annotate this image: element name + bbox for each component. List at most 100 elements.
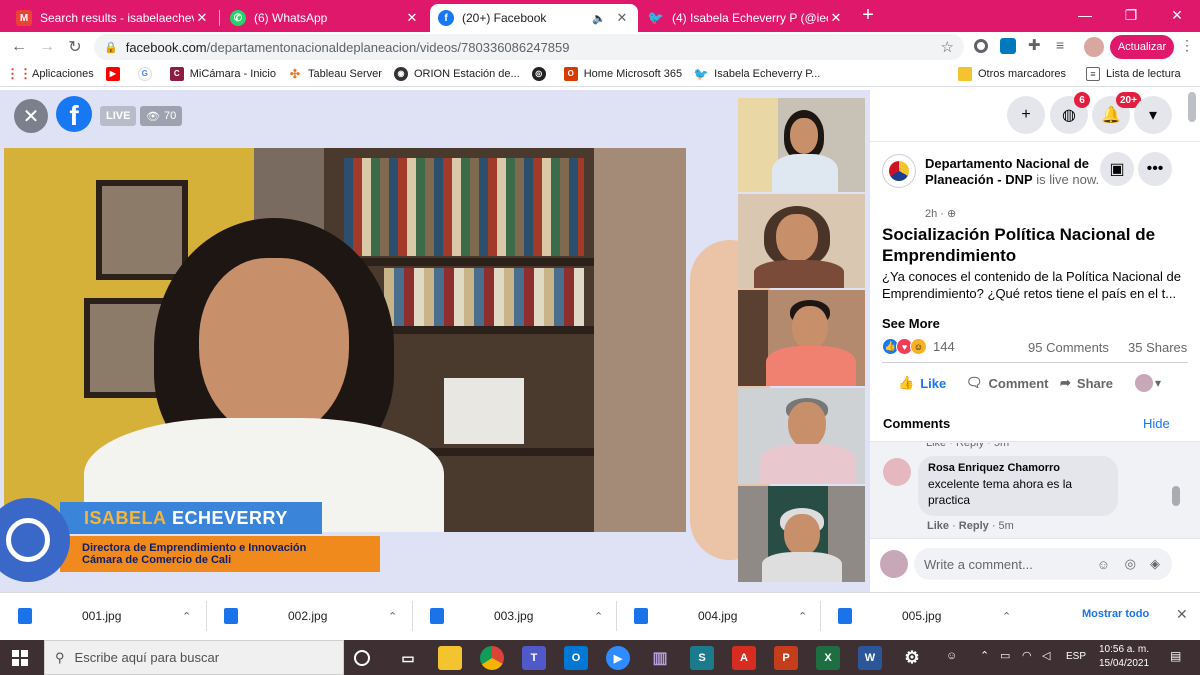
account-menu-button[interactable]: ▾ <box>1134 96 1172 134</box>
word-icon[interactable]: W <box>858 646 882 670</box>
see-more-link[interactable]: See More <box>882 316 940 331</box>
participant-thumbnail[interactable] <box>738 194 865 288</box>
profile-avatar[interactable] <box>1084 37 1104 57</box>
excel-icon[interactable]: X <box>816 646 840 670</box>
shares-count[interactable]: 35 Shares <box>1128 340 1187 355</box>
comments-count[interactable]: 95 Comments <box>1028 340 1109 355</box>
bookmark-other-folder[interactable]: Otros marcadores <box>958 66 1066 81</box>
current-user-avatar[interactable] <box>880 550 908 578</box>
extension-icon[interactable] <box>974 39 988 53</box>
bookmark-apps[interactable]: ⋮⋮ Aplicaciones <box>6 66 94 81</box>
new-tab-button[interactable]: + <box>858 5 878 25</box>
forward-button[interactable]: → <box>36 36 58 58</box>
restore-button[interactable]: ❐ <box>1108 0 1154 30</box>
close-video-button[interactable]: ✕ <box>14 99 48 133</box>
system-clock[interactable]: 10:56 a. m. 15/04/2021 <box>1096 643 1152 671</box>
notification-center-icon[interactable]: ▤ <box>1170 649 1181 663</box>
comments-scrollbar[interactable] <box>1172 486 1180 506</box>
participant-thumbnail[interactable] <box>738 290 865 386</box>
comment-button[interactable]: 🗨 Comment <box>966 375 1048 391</box>
share-button[interactable]: ➦ Share <box>1060 375 1113 391</box>
wifi-icon[interactable]: ◠ <box>1022 649 1032 662</box>
bookmark-twitter[interactable]: 🐦 Isabela Echeverry P... <box>694 66 820 81</box>
camera-icon[interactable]: ◎ <box>1125 556 1136 572</box>
tab-whatsapp[interactable]: ✆ (6) WhatsApp ✕ <box>222 4 428 32</box>
show-all-downloads-link[interactable]: Mostrar todo <box>1082 608 1149 620</box>
post-time[interactable]: 2h · ⊕ <box>925 207 956 220</box>
write-comment-input[interactable]: Write a comment... ☺ ◎ ◈ <box>914 548 1172 580</box>
trello-icon[interactable] <box>1000 38 1016 54</box>
tab-gmail[interactable]: M Search results - isabelaecheverry@ ✕ <box>8 4 218 32</box>
zoom-icon[interactable]: ▶ <box>606 646 630 670</box>
download-item[interactable]: 001.jpg ⌃ <box>0 593 200 639</box>
chevron-up-icon[interactable]: ⌃ <box>388 610 397 623</box>
task-view-icon[interactable]: ▭ <box>396 646 420 670</box>
app-s-icon[interactable]: S <box>690 646 714 670</box>
bookmark-office[interactable]: O Home Microsoft 365 <box>563 66 682 81</box>
bookmark-github[interactable]: ◎ <box>531 66 552 81</box>
taskbar-search-box[interactable]: ⚲ Escribe aquí para buscar <box>44 640 344 675</box>
volume-icon[interactable]: ◁ <box>1042 649 1050 662</box>
reading-list[interactable]: ≡ Lista de lectura <box>1086 66 1181 81</box>
hide-comments-link[interactable]: Hide <box>1143 416 1170 431</box>
reaction-audience-button[interactable]: ▾ <box>1135 374 1161 392</box>
participant-thumbnail[interactable] <box>738 98 865 192</box>
close-tab-icon[interactable]: ✕ <box>614 10 630 26</box>
download-item[interactable]: 003.jpg ⌃ <box>412 593 612 639</box>
chevron-up-icon[interactable]: ⌃ <box>1002 610 1011 623</box>
back-button[interactable]: ← <box>8 36 30 58</box>
comment-author[interactable]: Rosa Enriquez Chamorro <box>928 462 1108 474</box>
save-post-button[interactable]: ▣ <box>1100 152 1134 186</box>
outlook-icon[interactable]: O <box>564 646 588 670</box>
lock-icon[interactable]: 🔒 <box>104 41 118 54</box>
tab-facebook[interactable]: f (20+) Facebook 🔈 ✕ <box>430 4 638 32</box>
teams-icon[interactable]: T <box>522 646 546 670</box>
bookmark-orion[interactable]: ◉ ORION Estación de... <box>393 66 520 81</box>
participant-thumbnail[interactable] <box>738 486 865 582</box>
settings-gear-icon[interactable]: ⚙ <box>900 646 924 670</box>
tab-twitter[interactable]: 🐦 (4) Isabela Echeverry P (@ieche ✕ <box>640 4 852 32</box>
facebook-logo-icon[interactable]: f <box>56 96 92 132</box>
update-button[interactable]: Actualizar <box>1110 35 1174 59</box>
create-button[interactable]: + <box>1007 96 1045 134</box>
sticker-icon[interactable]: ◈ <box>1150 556 1160 572</box>
acrobat-icon[interactable]: A <box>732 646 756 670</box>
chevron-up-icon[interactable]: ⌃ <box>182 610 191 623</box>
minimize-button[interactable]: — <box>1062 0 1108 30</box>
bar-chart-icon[interactable]: ▥ <box>648 646 672 670</box>
download-item[interactable]: 002.jpg ⌃ <box>206 593 406 639</box>
emoji-icon[interactable]: ☺ <box>1097 557 1110 572</box>
page-avatar[interactable] <box>882 154 916 188</box>
close-downloads-icon[interactable]: ✕ <box>1176 606 1188 623</box>
battery-icon[interactable]: ▭ <box>1000 649 1010 662</box>
bookmark-star-icon[interactable]: ☆ <box>941 38 954 56</box>
comment-like-link[interactable]: Like <box>927 520 949 532</box>
bookmark-google[interactable]: G <box>137 66 158 81</box>
people-icon[interactable]: ☺ <box>946 650 957 662</box>
like-button[interactable]: 👍 Like <box>898 375 946 391</box>
chrome-icon[interactable] <box>480 646 504 670</box>
download-item[interactable]: 005.jpg ⌃ <box>820 593 1020 639</box>
commenter-avatar[interactable] <box>883 458 911 486</box>
bookmark-micamara[interactable]: C MiCámara - Inicio <box>169 66 276 81</box>
close-tab-icon[interactable]: ✕ <box>828 10 844 26</box>
live-video-area[interactable]: ✕ f LIVE 👁 70 ISABELA ECHEVERRY Directora… <box>0 90 870 592</box>
reading-list-icon[interactable]: ≡ <box>1056 37 1064 53</box>
participant-thumbnail[interactable] <box>738 388 865 484</box>
keyboard-language[interactable]: ESP <box>1066 651 1086 662</box>
address-bar[interactable]: 🔒 facebook.com/departamentonacionaldepla… <box>94 34 964 60</box>
powerpoint-icon[interactable]: P <box>774 646 798 670</box>
reload-button[interactable]: ↻ <box>64 36 86 58</box>
post-options-button[interactable]: ••• <box>1138 152 1172 186</box>
kebab-menu-icon[interactable]: ⋮ <box>1180 37 1194 54</box>
tray-chevron-up-icon[interactable]: ⌃ <box>980 649 989 662</box>
comment-reply-link[interactable]: Reply <box>959 520 989 532</box>
puzzle-icon[interactable]: ✚ <box>1028 36 1041 54</box>
file-explorer-icon[interactable] <box>438 646 462 670</box>
bookmark-youtube[interactable]: ▶ <box>105 66 126 81</box>
audio-playing-icon[interactable]: 🔈 <box>592 12 606 25</box>
main-speaker-video[interactable] <box>4 148 686 532</box>
bookmark-tableau[interactable]: ✣ Tableau Server <box>287 66 382 81</box>
chevron-up-icon[interactable]: ⌃ <box>594 610 603 623</box>
panel-scrollbar[interactable] <box>1188 92 1196 122</box>
